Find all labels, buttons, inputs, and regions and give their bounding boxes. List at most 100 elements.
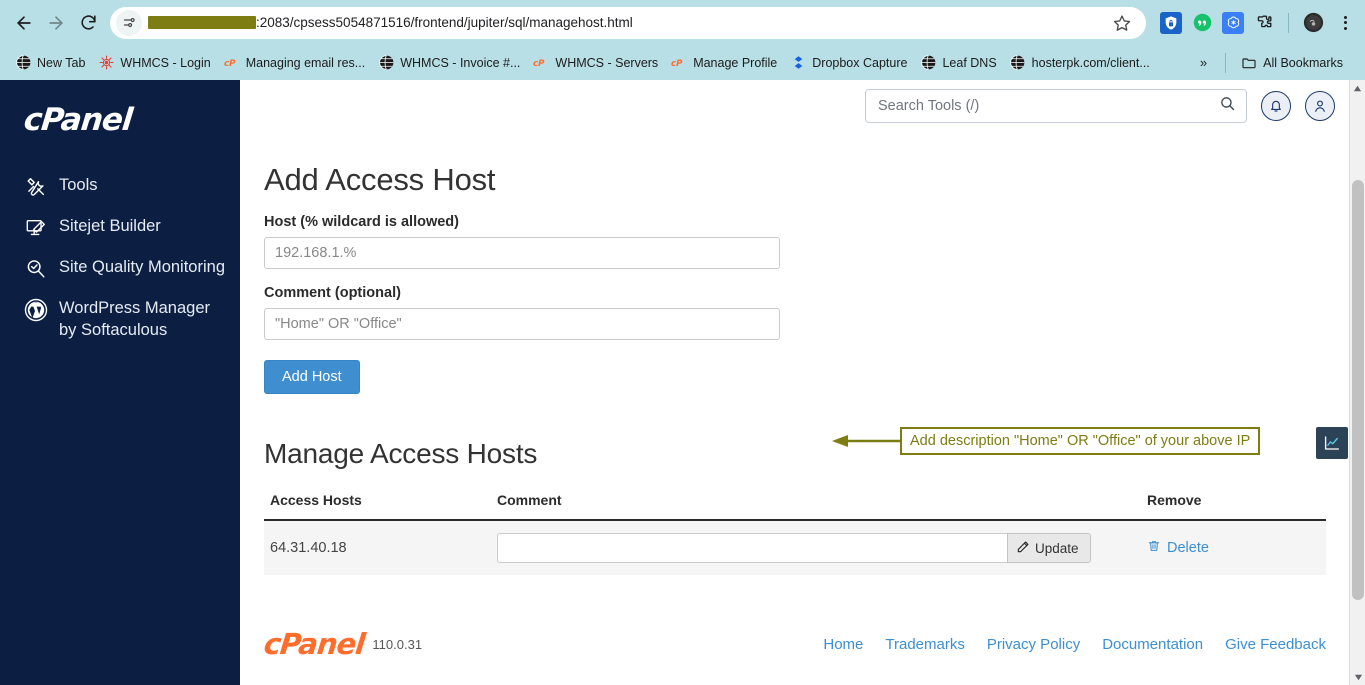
- pencil-icon: [1016, 540, 1030, 557]
- shield-lock-icon: [1165, 15, 1177, 30]
- chevron-down-icon: [1354, 674, 1362, 680]
- table-head: Access Hosts Comment Remove: [264, 492, 1326, 521]
- host-field-block: Host (% wildcard is allowed): [264, 214, 1325, 269]
- access-hosts-table: Access Hosts Comment Remove 64.31.40.18: [264, 492, 1326, 575]
- toolbar-divider: [1288, 12, 1289, 33]
- sidebar-item-label: WordPress Manager by Softaculous: [59, 299, 211, 339]
- tools-icon: [24, 175, 48, 199]
- row-comment-input[interactable]: [497, 533, 1007, 563]
- sidebar-item-label: Site Quality Monitoring: [59, 258, 225, 276]
- footer-link-trademarks[interactable]: Trademarks: [885, 636, 964, 653]
- page-scrollbar[interactable]: [1349, 80, 1365, 685]
- bookmark-whmcs-login[interactable]: WHMCS - Login: [93, 52, 218, 74]
- scroll-up-button[interactable]: [1350, 80, 1365, 96]
- menu-dot: [1343, 21, 1347, 24]
- sidebar-item-tools[interactable]: Tools: [0, 166, 240, 207]
- bookmark-managing-email[interactable]: cP Managing email res...: [219, 52, 374, 74]
- scrollbar-thumb[interactable]: [1352, 180, 1364, 600]
- all-bookmarks-button[interactable]: All Bookmarks: [1236, 52, 1351, 74]
- url-text: :2083/cpsess5054871516/frontend/jupiter/…: [148, 15, 1108, 30]
- column-header-access-hosts: Access Hosts: [264, 492, 497, 521]
- browser-menu-button[interactable]: [1333, 11, 1357, 35]
- bookmark-manage-profile[interactable]: cP Manage Profile: [666, 52, 785, 74]
- bookmarks-bar: New Tab WHMCS - Login cP Managing email …: [0, 45, 1365, 80]
- bookmark-label: WHMCS - Login: [120, 55, 211, 70]
- footer-link-privacy-policy[interactable]: Privacy Policy: [987, 636, 1080, 653]
- footer-links: Home Trademarks Privacy Policy Documenta…: [823, 636, 1326, 653]
- wordpress-icon: [24, 298, 48, 322]
- bookmark-whmcs-invoice[interactable]: WHMCS - Invoice #...: [373, 52, 528, 74]
- comment-input[interactable]: [264, 308, 780, 340]
- footer-link-home[interactable]: Home: [823, 636, 863, 653]
- site-info-button[interactable]: [116, 9, 142, 36]
- page-footer: cPanel 110.0.31 Home Trademarks Privacy …: [262, 627, 1326, 661]
- sidebar-item-site-quality-monitoring[interactable]: Site Quality Monitoring: [0, 248, 240, 289]
- profile-avatar[interactable]: [1302, 12, 1324, 34]
- menu-dot: [1343, 26, 1347, 30]
- scroll-down-button[interactable]: [1350, 669, 1365, 685]
- footer-link-documentation[interactable]: Documentation: [1102, 636, 1203, 653]
- quote-circle-icon: [1193, 13, 1211, 32]
- sidebar-item-label: Sitejet Builder: [59, 217, 161, 235]
- address-bar[interactable]: :2083/cpsess5054871516/frontend/jupiter/…: [110, 6, 1146, 39]
- page-title: Add Access Host: [264, 162, 496, 197]
- add-host-button[interactable]: Add Host: [264, 360, 360, 394]
- user-icon: [1315, 100, 1325, 112]
- cpanel-logo-sidebar[interactable]: cPanel: [0, 102, 242, 138]
- bookmark-whmcs-servers[interactable]: cP WHMCS - Servers: [528, 52, 666, 74]
- bookmark-star-icon: [1113, 14, 1131, 31]
- table-body: 64.31.40.18 Update Delete: [264, 520, 1326, 575]
- globe-icon: [15, 55, 31, 71]
- bookmarks-bar-right: » All Bookmarks: [1192, 52, 1355, 74]
- whmcs-icon: [98, 55, 114, 71]
- delete-link[interactable]: Delete: [1117, 539, 1209, 557]
- all-bookmarks-label: All Bookmarks: [1263, 55, 1343, 70]
- bookmark-label: New Tab: [37, 55, 86, 70]
- grammar-extension-button[interactable]: [1191, 12, 1213, 34]
- globe-icon: [1010, 55, 1026, 71]
- sidebar: cPanel Tools Sitejet Builder Site Qualit…: [0, 80, 240, 685]
- notifications-button[interactable]: [1261, 91, 1291, 121]
- footer-link-give-feedback[interactable]: Give Feedback: [1225, 636, 1326, 653]
- cell-remove: Delete: [1117, 520, 1326, 575]
- globe-icon: [920, 55, 936, 71]
- bookmark-label: Managing email res...: [245, 55, 366, 70]
- search-tools-box[interactable]: [865, 89, 1247, 123]
- search-icon[interactable]: [1219, 95, 1236, 117]
- openai-icon: [1227, 16, 1239, 29]
- cpanel-version: 110.0.31: [372, 636, 423, 652]
- extensions-puzzle-button[interactable]: [1253, 12, 1275, 34]
- openai-extension-button[interactable]: [1222, 11, 1244, 34]
- forward-button[interactable]: [40, 7, 72, 39]
- password-manager-extension-button[interactable]: [1160, 11, 1182, 34]
- account-button[interactable]: [1305, 91, 1335, 121]
- bookmark-label: hosterpk.com/client...: [1031, 55, 1150, 70]
- bookmark-new-tab[interactable]: New Tab: [10, 52, 93, 74]
- bookmark-leaf-dns[interactable]: Leaf DNS: [915, 52, 1004, 74]
- comment-field-block: Comment (optional) Add description "Home…: [264, 285, 1325, 455]
- search-input[interactable]: [876, 97, 1219, 115]
- delete-link-label: Delete: [1167, 540, 1209, 556]
- dropbox-icon: [790, 55, 806, 71]
- host-input[interactable]: [264, 237, 780, 269]
- update-button-label: Update: [1035, 540, 1079, 556]
- bookmark-hosterpk[interactable]: hosterpk.com/client...: [1005, 52, 1158, 74]
- sidebar-item-sitejet-builder[interactable]: Sitejet Builder: [0, 207, 240, 248]
- back-button[interactable]: [8, 7, 40, 39]
- arrow-right-icon: [49, 15, 63, 30]
- cpanel-logo-footer[interactable]: cPanel: [262, 627, 366, 661]
- bookmarks-overflow-button[interactable]: »: [1192, 55, 1215, 70]
- bookmark-dropbox-capture[interactable]: Dropbox Capture: [785, 52, 915, 74]
- table-row: 64.31.40.18 Update Delete: [264, 520, 1326, 575]
- page-viewport: cPanel Tools Sitejet Builder Site Qualit…: [0, 80, 1365, 685]
- update-button[interactable]: Update: [1007, 533, 1091, 563]
- reload-button[interactable]: [72, 7, 104, 39]
- profile-avatar-icon: [1303, 12, 1323, 33]
- url-visible-part: :2083/cpsess5054871516/frontend/jupiter/…: [256, 15, 633, 30]
- sidebar-item-wordpress-manager[interactable]: WordPress Manager by Softaculous: [0, 289, 240, 349]
- analytics-side-widget[interactable]: [1316, 427, 1348, 459]
- bookmark-label: WHMCS - Invoice #...: [400, 55, 521, 70]
- tune-page-info-icon: [123, 17, 135, 28]
- bookmark-star-button[interactable]: [1108, 9, 1136, 37]
- sidebar-item-label: Tools: [59, 176, 98, 194]
